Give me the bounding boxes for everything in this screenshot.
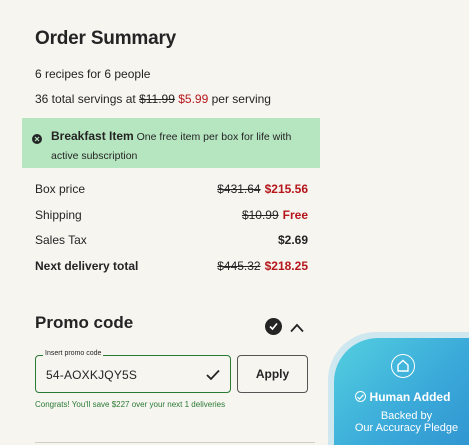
price-row-new: $2.69 xyxy=(277,233,308,247)
promo-code-input[interactable]: Insert promo code 54-AOXKJQY5S xyxy=(35,350,231,393)
close-circle-icon[interactable] xyxy=(32,134,42,144)
badge-title-row: Human Added xyxy=(334,390,469,404)
price-row-amount: $2.69 xyxy=(278,233,308,247)
servings-suffix: per serving xyxy=(211,92,271,106)
price-row-total: Next delivery total $445.32 $218.25 xyxy=(35,259,308,275)
price-row-box: Box price $431.64 $215.56 xyxy=(35,182,308,198)
price-row-shipping: Shipping $10.99 Free xyxy=(35,208,308,224)
price-row-amount: $10.99 Free xyxy=(242,208,308,222)
promo-input-label: Insert promo code xyxy=(43,350,104,357)
price-row-amount: $431.64 $215.56 xyxy=(217,182,308,196)
price-row-old: $10.99 xyxy=(241,208,279,222)
accuracy-pledge-badge[interactable]: Human Added Backed by Our Accuracy Pledg… xyxy=(328,332,469,445)
apply-button[interactable]: Apply xyxy=(237,355,308,393)
check-circle-icon xyxy=(265,318,282,335)
recipes-count: 6 recipes for 6 people xyxy=(35,67,151,81)
price-row-label: Sales Tax xyxy=(35,233,87,247)
order-summary-title: Order Summary xyxy=(35,28,177,49)
servings-price-line: 36 total servings at $11.99 $5.99 per se… xyxy=(35,92,271,106)
badge-subtitle: Backed by Our Accuracy Pledge xyxy=(334,410,469,434)
price-row-label: Shipping xyxy=(35,208,82,222)
servings-new-price: $5.99 xyxy=(178,92,209,106)
servings-old-price: $11.99 xyxy=(139,92,175,106)
price-row-amount: $445.32 $218.25 xyxy=(217,259,308,273)
price-row-new: $215.56 xyxy=(264,182,308,196)
banner-title: Breakfast Item xyxy=(51,129,134,143)
price-row-new: Free xyxy=(282,208,308,222)
price-row-old: $431.64 xyxy=(217,182,261,196)
servings-prefix: 36 total servings at xyxy=(35,92,136,106)
chevron-up-icon[interactable] xyxy=(290,320,304,338)
badge-body: Human Added Backed by Our Accuracy Pledg… xyxy=(334,338,469,445)
price-row-tax: Sales Tax $2.69 xyxy=(35,233,308,249)
badge-line2: Our Accuracy Pledge xyxy=(354,422,459,434)
divider xyxy=(35,442,315,443)
price-row-old: $445.32 xyxy=(217,259,261,273)
price-row-label: Next delivery total xyxy=(35,259,139,273)
badge-title: Human Added xyxy=(369,390,451,404)
promo-input-value[interactable]: 54-AOXKJQY5S xyxy=(46,368,137,382)
banner-text: Breakfast Item One free item per box for… xyxy=(51,127,313,166)
badge-line1: Backed by xyxy=(380,410,433,422)
promo-success-note: Congrats! You'll save $227 over your nex… xyxy=(35,400,226,409)
price-row-new: $218.25 xyxy=(264,259,308,273)
breakfast-promo-banner: Breakfast Item One free item per box for… xyxy=(22,118,320,168)
order-summary-panel: Order Summary 6 recipes for 6 people 36 … xyxy=(22,0,322,445)
house-icon xyxy=(391,354,415,378)
checkmark-icon xyxy=(206,368,220,386)
promo-code-title: Promo code xyxy=(35,313,134,332)
price-row-label: Box price xyxy=(35,182,86,196)
check-circle-icon xyxy=(354,391,366,402)
